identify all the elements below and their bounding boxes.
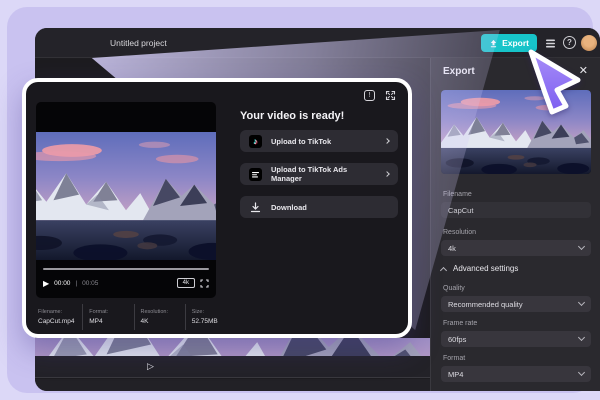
play-icon[interactable]: ▶ — [43, 279, 49, 288]
timeline-video-strip[interactable] — [35, 338, 430, 356]
dialog-corner-icons: ! — [364, 90, 396, 101]
tiktok-icon: ♪ — [249, 134, 262, 148]
download-icon — [249, 201, 262, 214]
chevron-right-icon — [384, 171, 390, 177]
timeline-toolbar: ▷ — [35, 356, 430, 378]
format-value: MP4 — [448, 369, 464, 379]
info-value: MP4 — [89, 318, 103, 325]
progress-bar[interactable] — [43, 268, 209, 270]
current-time: 00:00 — [54, 279, 71, 287]
video-player[interactable]: ▶ 00:00 | 00:05 4k — [36, 102, 216, 298]
button-label: Upload to TikTok Ads Manager — [271, 165, 348, 183]
export-complete-dialog: ▶ 00:00 | 00:05 4k Filename: CapCut.mp4 … — [22, 78, 412, 338]
info-label: Format: — [89, 309, 109, 315]
advanced-settings-label: Advanced settings — [453, 264, 519, 273]
info-label: Filename: — [38, 309, 63, 315]
info-value: CapCut.mp4 — [38, 318, 75, 325]
upload-tiktok-button[interactable]: ♪ Upload to TikTok — [240, 130, 398, 152]
fullscreen-icon[interactable] — [200, 278, 209, 288]
download-button[interactable]: Download — [240, 196, 398, 218]
advanced-settings-toggle[interactable]: Advanced settings — [439, 264, 519, 274]
file-info-row: Filename: CapCut.mp4 Format: MP4 Resolut… — [36, 304, 236, 330]
button-label: Upload to TikTok — [271, 136, 332, 146]
resolution-value: 4k — [448, 243, 456, 253]
upload-icon — [489, 39, 498, 48]
play-outline-icon[interactable]: ▷ — [147, 361, 154, 372]
framerate-select[interactable]: 60fps — [441, 331, 591, 347]
expand-icon[interactable] — [385, 90, 396, 101]
duration: 00:05 — [82, 279, 99, 287]
tiktok-ads-icon — [249, 167, 262, 181]
chevron-down-icon — [577, 242, 586, 251]
resolution-label: Resolution — [443, 229, 477, 236]
filename-label: Filename — [443, 191, 472, 198]
quality-badge[interactable]: 4k — [176, 278, 195, 288]
button-label: Download — [271, 202, 307, 212]
chevron-down-icon — [577, 368, 586, 377]
filename-input[interactable] — [441, 202, 591, 218]
time-separator: | — [75, 279, 78, 287]
info-label: Resolution: — [140, 309, 169, 315]
quality-value: Recommended quality — [448, 299, 523, 309]
resolution-select[interactable]: 4k — [441, 240, 591, 256]
info-filename: Filename: CapCut.mp4 — [36, 304, 82, 330]
format-label: Format — [443, 355, 466, 362]
tiktok-note-glyph: ♪ — [253, 136, 258, 146]
feedback-glyph: ! — [368, 92, 371, 99]
upload-tiktok-ads-button[interactable]: Upload to TikTok Ads Manager — [240, 163, 398, 185]
chevron-down-icon — [577, 333, 586, 342]
feedback-icon[interactable]: ! — [364, 90, 375, 101]
quality-label: Quality — [443, 285, 465, 292]
timeline-track-area — [35, 379, 430, 391]
quality-select[interactable]: Recommended quality — [441, 296, 591, 312]
export-panel-title: Export — [443, 66, 475, 77]
format-select[interactable]: MP4 — [441, 366, 591, 382]
info-value: 52.75MB — [191, 318, 218, 325]
framerate-label: Frame rate — [443, 320, 478, 327]
chevron-down-icon — [577, 298, 586, 307]
framerate-value: 60fps — [448, 334, 467, 344]
info-value: 4K — [140, 318, 149, 325]
video-frame — [36, 132, 216, 260]
project-title: Untitled project — [110, 38, 167, 48]
player-controls: ▶ 00:00 | 00:05 4k — [43, 274, 209, 292]
chevron-up-icon — [439, 266, 448, 274]
info-size: Size: 52.75MB — [184, 304, 236, 330]
info-resolution: Resolution: 4K — [133, 304, 185, 330]
info-format: Format: MP4 — [82, 304, 133, 330]
cursor-pointer-icon — [528, 49, 581, 115]
chevron-right-icon — [384, 138, 390, 144]
info-label: Size: — [191, 309, 204, 315]
dialog-heading: Your video is ready! — [240, 110, 345, 122]
